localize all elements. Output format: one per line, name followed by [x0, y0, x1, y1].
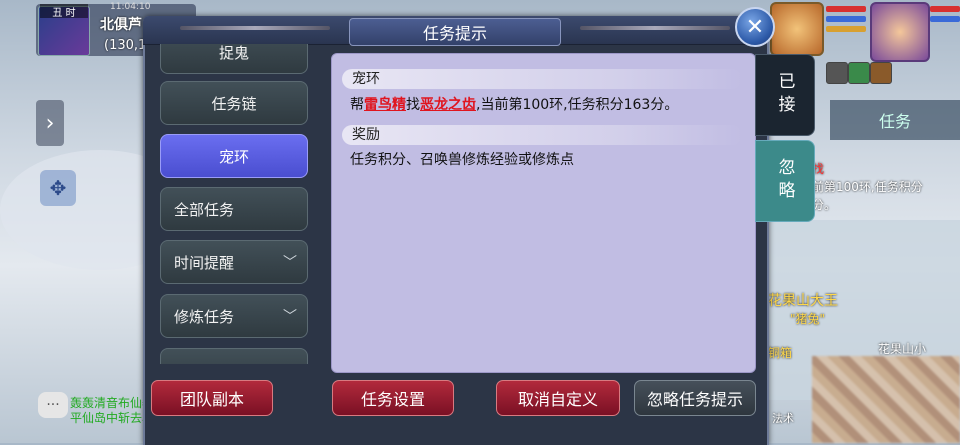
buff-icon[interactable] [826, 62, 848, 84]
tab-ignored[interactable]: 忽略 [755, 140, 815, 222]
desc-text: ,当前第100环,任务积分163分。 [476, 97, 679, 113]
npc-name[interactable]: 花果山大王 [768, 290, 838, 310]
location-name: 北俱芦 [100, 17, 142, 33]
menu-item-label: 时间提醒 [174, 253, 235, 272]
npc-label: 铜箱 [768, 346, 793, 360]
menu-item-partial[interactable] [160, 348, 308, 364]
buff-icon[interactable] [848, 62, 870, 84]
chevron-right-icon[interactable]: › [36, 100, 64, 146]
menu-item-zhuogui[interactable]: 捉鬼 [160, 44, 308, 74]
npc-title: "猪兔" [790, 312, 826, 326]
ignore-task-hint-button[interactable]: 忽略任务提示 [634, 380, 756, 416]
chevron-down-icon: ﹀ [283, 309, 297, 325]
dialog-title-plate: 任务提示 [349, 18, 561, 46]
item-link[interactable]: 恶龙之齿 [420, 97, 476, 113]
menu-item-label: 捉鬼 [218, 44, 249, 62]
menu-item-time-reminder[interactable]: 时间提醒 ﹀ [160, 240, 308, 284]
skill-label[interactable]: 法术 [772, 410, 794, 426]
menu-item-task-chain[interactable]: 任务链 [160, 81, 308, 125]
chat-bubble-icon[interactable]: ··· [38, 392, 68, 418]
reward-header: 奖励 [342, 125, 742, 145]
background-task-tracker: 找 前第100环,任务积分 分。 [812, 160, 960, 214]
header-ornament [180, 26, 330, 30]
menu-item-label: 宠环 [218, 147, 249, 166]
mp-bar [826, 16, 866, 22]
team-dungeon-button[interactable]: 团队副本 [151, 380, 273, 416]
tracker-text: 分。 [812, 198, 837, 212]
cancel-custom-button[interactable]: 取消自定义 [496, 380, 620, 416]
team-member-avatar[interactable] [770, 2, 824, 56]
location-coordinates: (130,1 [104, 38, 147, 53]
npc-name[interactable]: 花果山小 [878, 340, 926, 357]
dialog-title: 任务提示 [422, 24, 487, 43]
game-time-badge: 丑 时 [40, 4, 88, 19]
desc-text: 帮 [350, 97, 364, 113]
npc-link[interactable]: 雷鸟精 [364, 97, 406, 113]
close-icon[interactable]: ✕ [735, 7, 775, 47]
menu-item-label: 修炼任务 [174, 307, 235, 326]
menu-item-label: 任务链 [211, 94, 257, 113]
reward-text: 任务积分、召唤兽修炼经验或修炼点 [350, 152, 574, 168]
menu-item-all-tasks[interactable]: 全部任务 [160, 187, 308, 231]
task-name-header: 宠环 [342, 69, 742, 89]
menu-item-label: 全部任务 [174, 200, 235, 219]
tab-accepted[interactable]: 已接 [755, 54, 815, 136]
pet-mp-bar [930, 16, 960, 22]
pet-hp-bar [930, 6, 960, 12]
desc-text: 找 [406, 97, 420, 113]
pet-avatar[interactable] [870, 2, 930, 62]
expand-arrows-icon[interactable]: ✥ [40, 170, 76, 206]
header-ornament [580, 26, 730, 30]
task-settings-button[interactable]: 任务设置 [332, 380, 454, 416]
task-category-menu: 捉鬼 任务链 宠环 全部任务 时间提醒 ﹀ 修炼任务 ﹀ [160, 44, 310, 364]
clock-text: 11:04:10 [110, 2, 151, 12]
buff-icon[interactable] [870, 62, 892, 84]
chevron-down-icon: ﹀ [283, 255, 297, 271]
task-detail-panel: 宠环 帮雷鸟精找恶龙之齿,当前第100环,任务积分163分。 奖励 任务积分、召… [331, 53, 756, 373]
background-task-tab[interactable]: 任务 [830, 100, 960, 140]
menu-item-cultivation-task[interactable]: 修炼任务 ﹀ [160, 294, 308, 338]
hp-bar [826, 6, 866, 12]
sp-bar [826, 26, 866, 32]
tracker-text: 前第100环,任务积分 [812, 180, 923, 194]
blurred-region [812, 356, 960, 443]
menu-item-pet-ring[interactable]: 宠环 [160, 134, 308, 178]
task-description: 帮雷鸟精找恶龙之齿,当前第100环,任务积分163分。 [350, 94, 678, 114]
